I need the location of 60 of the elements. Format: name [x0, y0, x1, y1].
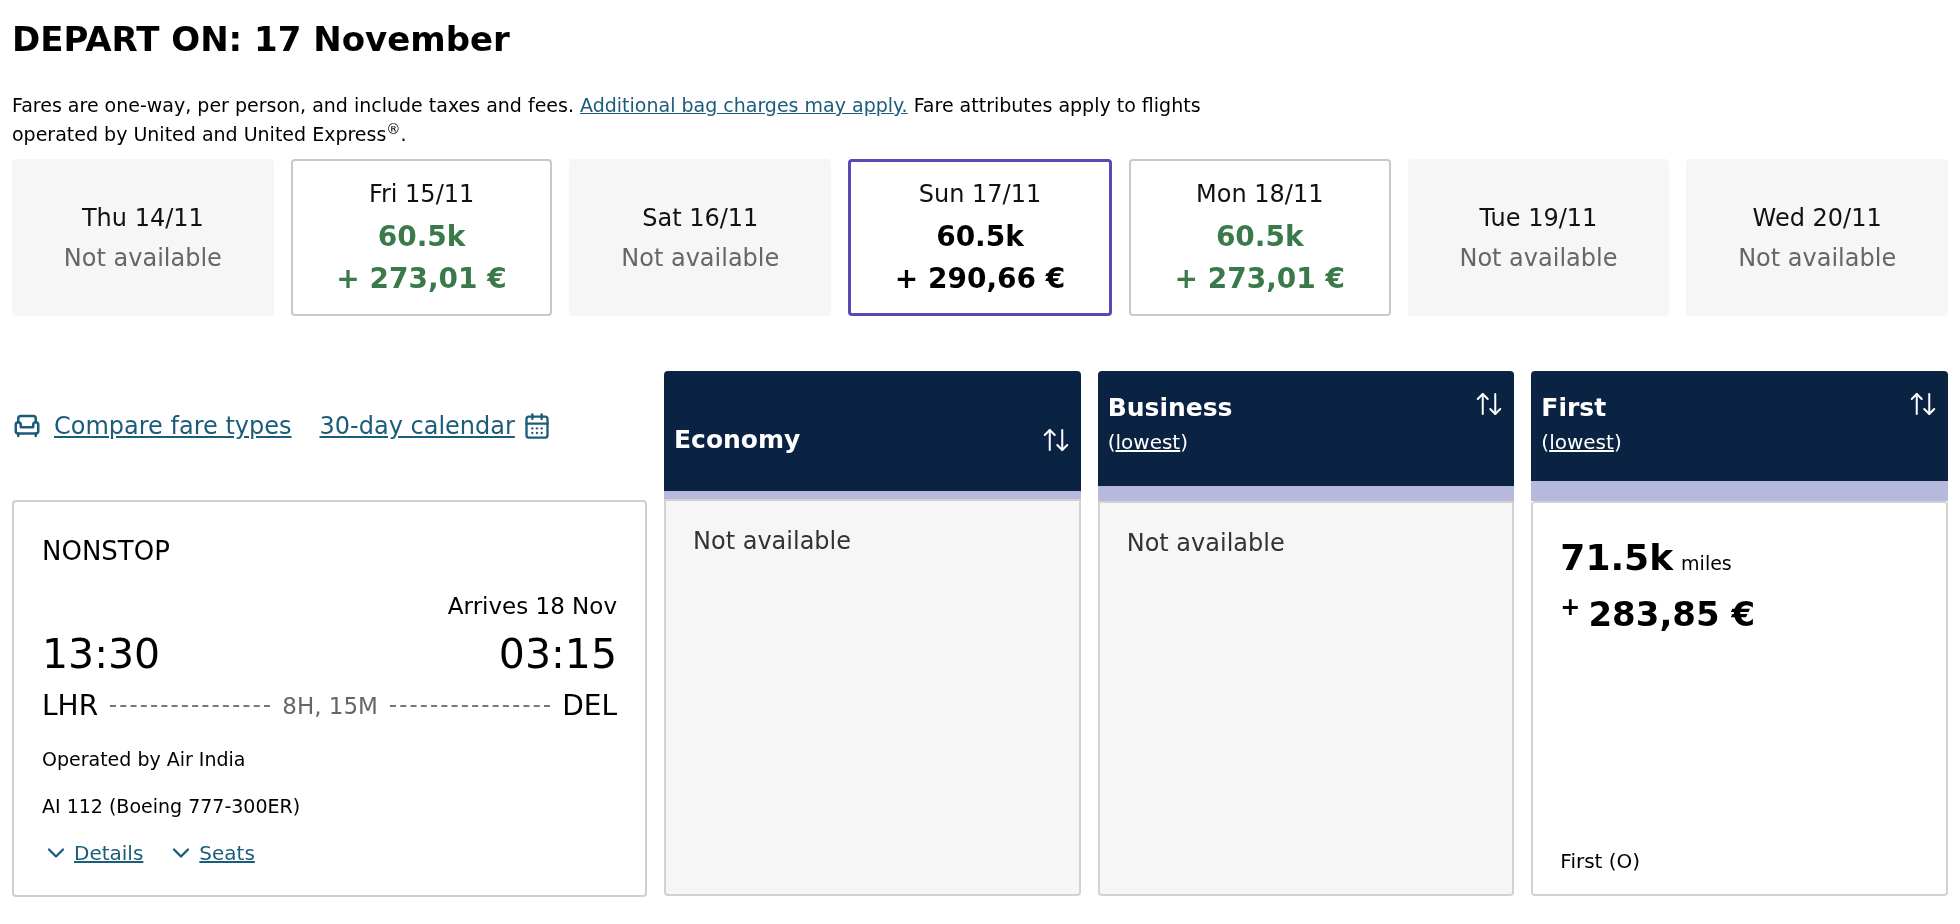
miles-amount: 60.5k — [377, 218, 466, 255]
cabin-header[interactable]: First (lowest) — [1531, 371, 1948, 481]
price-amount: + 290,66 € — [894, 260, 1066, 297]
date-card[interactable]: Wed 20/11 Not available — [1686, 159, 1949, 316]
date-label: Tue 19/11 — [1479, 202, 1598, 234]
arrival-time: 03:15 — [498, 628, 617, 680]
date-card[interactable]: Sun 17/11 60.5k + 290,66 € — [848, 159, 1112, 316]
cabin-header[interactable]: Business (lowest) — [1097, 371, 1515, 486]
price-amount: 283,85 € — [1588, 593, 1756, 636]
availability-text: Not available — [1126, 529, 1285, 557]
date-card[interactable]: Tue 19/11 Not available — [1407, 159, 1670, 316]
bag-charges-link[interactable]: Additional bag charges may apply. — [580, 94, 908, 116]
availability-text: Not available — [1738, 242, 1897, 274]
departure-time: 13:30 — [42, 628, 161, 680]
cabin-name: Economy — [674, 424, 801, 457]
origin-code: LHR — [42, 688, 99, 724]
flight-number: AI 112 (Boeing 777-300ER) — [42, 793, 302, 819]
stops-label: NONSTOP — [42, 535, 171, 568]
price-amount: + 273,01 € — [1174, 260, 1345, 297]
page-title: DEPART ON: 17 November — [12, 18, 511, 61]
expand-link[interactable]: Details — [74, 838, 144, 868]
miles-amount: 60.5k — [1215, 218, 1304, 255]
calendar-icon — [522, 412, 551, 440]
date-card[interactable]: Fri 15/11 60.5k + 273,01 € — [290, 159, 553, 316]
miles-amount: 71.5k — [1560, 536, 1674, 580]
close-paren: ) — [1180, 428, 1188, 456]
date-card[interactable]: Thu 14/11 Not available — [12, 159, 274, 316]
date-label: Wed 20/11 — [1752, 202, 1882, 234]
open-paren: ( — [1107, 428, 1116, 456]
date-label: Mon 18/11 — [1196, 178, 1324, 210]
date-label: Sat 16/11 — [642, 202, 759, 234]
lowest-link[interactable]: lowest — [1549, 426, 1614, 457]
price-amount: + 273,01 € — [336, 260, 507, 297]
miles-unit: miles — [1681, 551, 1732, 576]
cabin-name: Business — [1107, 392, 1233, 424]
cabin-name: First — [1541, 392, 1608, 424]
plus-sign: + — [1560, 592, 1581, 623]
calendar-link[interactable]: 30-day calendar — [319, 408, 515, 444]
date-label: Thu 14/11 — [81, 202, 204, 234]
miles-amount: 60.5k — [936, 218, 1024, 255]
cabin-header[interactable]: Economy — [664, 371, 1081, 491]
availability-text: Not available — [63, 242, 222, 274]
availability-text: Not available — [693, 527, 851, 555]
fare-notice: Fares are one-way, per person, and include taxes and fees. Additional bag charges may apply. Fare attributes apply to flights operated by United and United Express$^{®}$. — [12, 93, 1202, 147]
expand-link[interactable]: Seats — [199, 838, 255, 868]
availability-text: Not available — [621, 242, 780, 274]
compare-fare-link[interactable]: Compare fare types — [54, 408, 292, 444]
date-label: Sun 17/11 — [918, 178, 1042, 210]
destination-code: DEL — [562, 688, 617, 724]
date-card[interactable]: Mon 18/11 60.5k + 273,01 € — [1128, 159, 1391, 316]
fare-class: First (O) — [1560, 848, 1642, 875]
open-paren: ( — [1541, 428, 1550, 456]
date-card[interactable]: Sat 16/11 Not available — [569, 159, 832, 316]
availability-text: Not available — [1459, 242, 1618, 274]
date-label: Fri 15/11 — [368, 178, 475, 210]
operator-text: Operated by Air India — [42, 747, 247, 772]
close-paren: ) — [1613, 428, 1622, 456]
arrival-date: Arrives 18 Nov — [447, 592, 617, 621]
flight-duration: 8H, 15M — [282, 691, 378, 721]
fare-cell[interactable]: 71.5k miles + 283,85 € First (O) — [1531, 501, 1948, 896]
